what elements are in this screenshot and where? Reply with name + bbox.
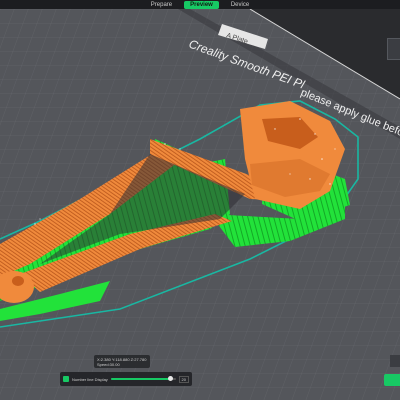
slider-thumb[interactable]	[168, 376, 174, 381]
layer-slider-handle[interactable]	[390, 355, 400, 367]
line-display-slider: Number line Display 20	[60, 372, 192, 386]
slice-export-button[interactable]	[384, 374, 400, 386]
slider-value[interactable]: 20	[178, 375, 189, 383]
slider-track[interactable]	[110, 376, 176, 381]
tab-prepare[interactable]: Prepare	[145, 1, 178, 9]
view-options-handle[interactable]	[387, 38, 400, 60]
slider-label: Number line Display	[72, 376, 108, 382]
speed-text: Speed:30.00	[97, 362, 120, 367]
position-readout: X:2.380 Y:118.880 Z:27.780 Speed:30.00	[94, 355, 150, 368]
line-display-toggle[interactable]	[63, 376, 69, 382]
3d-preview-viewport[interactable]: A Plate Creality Smooth PEI Pl please ap…	[0, 9, 400, 400]
tab-preview[interactable]: Preview	[184, 0, 219, 9]
slider-fill	[110, 378, 171, 380]
tab-device[interactable]: Device	[225, 1, 255, 9]
mode-tabbar: Prepare Preview Device	[0, 0, 400, 9]
